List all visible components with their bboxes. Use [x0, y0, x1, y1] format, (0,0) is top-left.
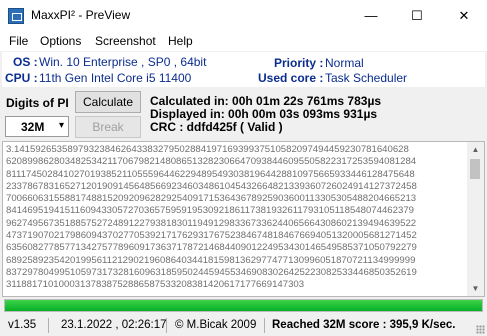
menu-file[interactable]: File [9, 34, 28, 48]
os-label: OS : [13, 55, 38, 69]
pi-digits-line: 3118817101000313783875288658753320838142… [6, 279, 305, 291]
digits-selected-value: 32M [21, 120, 45, 134]
copyright-text: © M.Bicak 2009 [175, 319, 257, 331]
pi-digits-line: 2337867831652712019091456485669234603486… [6, 180, 417, 192]
vertical-scrollbar[interactable]: ▲ ▼ [467, 142, 484, 296]
pi-digits-textarea[interactable]: 3.14159265358979323846264338327950288419… [2, 141, 485, 297]
system-info-panel: OS : Win. 10 Enterprise , SP0 , 64bit CP… [2, 52, 485, 87]
scrollbar-thumb[interactable] [470, 159, 480, 179]
pi-digits-line: 3.14159265358979323846264338327950288419… [6, 144, 409, 155]
minimize-button[interactable]: — [348, 0, 394, 31]
menu-bar: File Options Screenshot Help [0, 31, 487, 51]
status-bar: v1.35 23.1.2022 , 02:26:17 © M.Bicak 200… [0, 316, 487, 336]
menu-options[interactable]: Options [40, 34, 81, 48]
chevron-down-icon: ▾ [58, 120, 64, 131]
pi-digits-line: 6208998628034825342117067982148086513282… [6, 156, 417, 168]
pi-digits-text: 3.14159265358979323846264338327950288419… [6, 144, 466, 292]
window-title: MaxxPI² - PreView [31, 8, 131, 22]
arrow-up-icon[interactable]: ▲ [467, 142, 484, 157]
menu-help[interactable]: Help [168, 34, 193, 48]
datetime-text: 23.1.2022 , 02:26:17 [61, 319, 167, 331]
digits-select[interactable]: 32M ▾ [5, 116, 69, 137]
calculated-time: Calculated in: 00h 01m 22s 761ms 783µs [150, 94, 382, 108]
pi-digits-line: 6356082778577134275778960917363717872146… [6, 242, 417, 254]
pi-digits-line: 8414695194151160943305727036575959195309… [6, 205, 414, 217]
pi-digits-line: 8372978049951059731732816096318595024459… [6, 266, 417, 278]
used-core-value: Task Scheduler [325, 71, 408, 85]
cpu-label: CPU : [5, 71, 38, 85]
status-divider [166, 318, 167, 333]
resize-grip-icon[interactable] [476, 325, 485, 334]
pi-digits-line: 7006606315588174881520920962829254091715… [6, 193, 417, 205]
priority-label: Priority : [274, 56, 324, 70]
os-value: Win. 10 Enterprise , SP0 , 64bit [39, 55, 207, 69]
crc-result: CRC : ddfd425f ( Valid ) [150, 120, 283, 134]
arrow-down-icon[interactable]: ▼ [467, 281, 484, 296]
used-core-label: Used core : [258, 71, 324, 85]
pi-digits-line: 6892589235420199561121290219608640344181… [6, 254, 416, 266]
version-text: v1.35 [8, 319, 37, 331]
cpu-value: 11th Gen Intel Core i5 11400 [39, 71, 192, 85]
maximize-button[interactable]: ☐ [394, 0, 440, 31]
pi-digits-line: 8111745028410270193852110555964462294895… [6, 168, 415, 180]
progress-bar [4, 299, 483, 312]
pi-digits-line: 9627495673518857527248912279381830119491… [6, 217, 417, 229]
pi-digits-line: 4737190702179860943702770539217176293176… [6, 230, 417, 242]
break-button: Break [75, 116, 141, 138]
menu-screenshot[interactable]: Screenshot [95, 34, 156, 48]
calculate-button[interactable]: Calculate [75, 91, 141, 113]
app-icon [8, 8, 24, 24]
displayed-time: Displayed in: 00h 00m 03s 093ms 931µs [150, 107, 378, 121]
main-window: MaxxPI² - PreView — ☐ ✕ File Options Scr… [0, 0, 487, 336]
score-text: Reached 32M score : 395,9 K/sec. [272, 319, 456, 331]
priority-value: Normal [325, 56, 364, 70]
status-divider [48, 318, 49, 333]
digits-of-pi-label: Digits of PI [6, 96, 69, 110]
close-button[interactable]: ✕ [441, 0, 487, 31]
status-divider [264, 318, 265, 333]
progress-fill [5, 300, 482, 311]
title-bar: MaxxPI² - PreView — ☐ ✕ [0, 0, 487, 31]
